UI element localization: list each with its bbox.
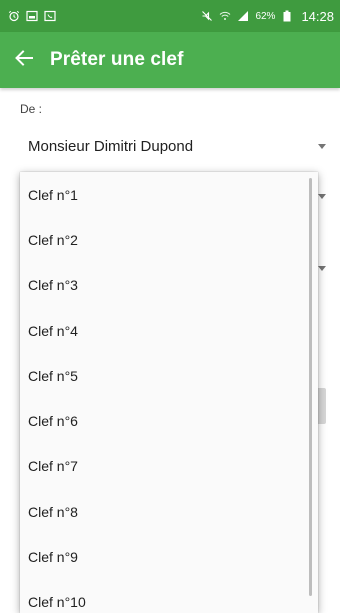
- battery-percent: 62%: [255, 10, 276, 22]
- alarm-icon: [8, 10, 20, 22]
- page-title: Prêter une clef: [50, 49, 184, 70]
- key-dropdown-list: Clef n°1 Clef n°2 Clef n°3 Clef n°4 Clef…: [20, 172, 318, 613]
- dropdown-scrollbar[interactable]: [309, 178, 312, 596]
- dropdown-item-key-2[interactable]: Clef n°2: [20, 217, 318, 262]
- mute-icon: [201, 10, 213, 22]
- app-bar: Prêter une clef: [0, 32, 340, 88]
- status-left-icons: [8, 10, 56, 22]
- phone-icon: [44, 10, 56, 22]
- arrow-left-icon: [15, 49, 33, 71]
- dropdown-item-key-3[interactable]: Clef n°3: [20, 263, 318, 308]
- dropdown-item-key-4[interactable]: Clef n°4: [20, 308, 318, 353]
- wifi-icon: [219, 10, 231, 22]
- signal-icon: [237, 10, 249, 22]
- back-button[interactable]: [6, 40, 42, 80]
- from-select[interactable]: Monsieur Dimitri Dupond: [20, 128, 330, 164]
- from-label: De :: [20, 102, 43, 116]
- clock-time: 14:28: [301, 8, 334, 24]
- dropdown-item-key-1[interactable]: Clef n°1: [20, 172, 318, 217]
- dropdown-item-key-7[interactable]: Clef n°7: [20, 444, 318, 489]
- status-bar: 62% 14:28: [0, 0, 340, 32]
- chevron-down-icon: [318, 194, 326, 199]
- dropdown-item-key-6[interactable]: Clef n°6: [20, 398, 318, 443]
- chevron-down-icon: [318, 266, 326, 271]
- dropdown-item-key-8[interactable]: Clef n°8: [20, 489, 318, 534]
- gallery-icon: [26, 10, 38, 22]
- dropdown-item-key-5[interactable]: Clef n°5: [20, 353, 318, 398]
- from-select-value: Monsieur Dimitri Dupond: [28, 137, 194, 155]
- dropdown-item-key-9[interactable]: Clef n°9: [20, 534, 318, 579]
- status-right-icons: 62% 14:28: [201, 9, 334, 24]
- dropdown-item-key-10[interactable]: Clef n°10: [20, 580, 318, 613]
- battery-icon: [281, 10, 293, 22]
- chevron-down-icon: [318, 143, 326, 149]
